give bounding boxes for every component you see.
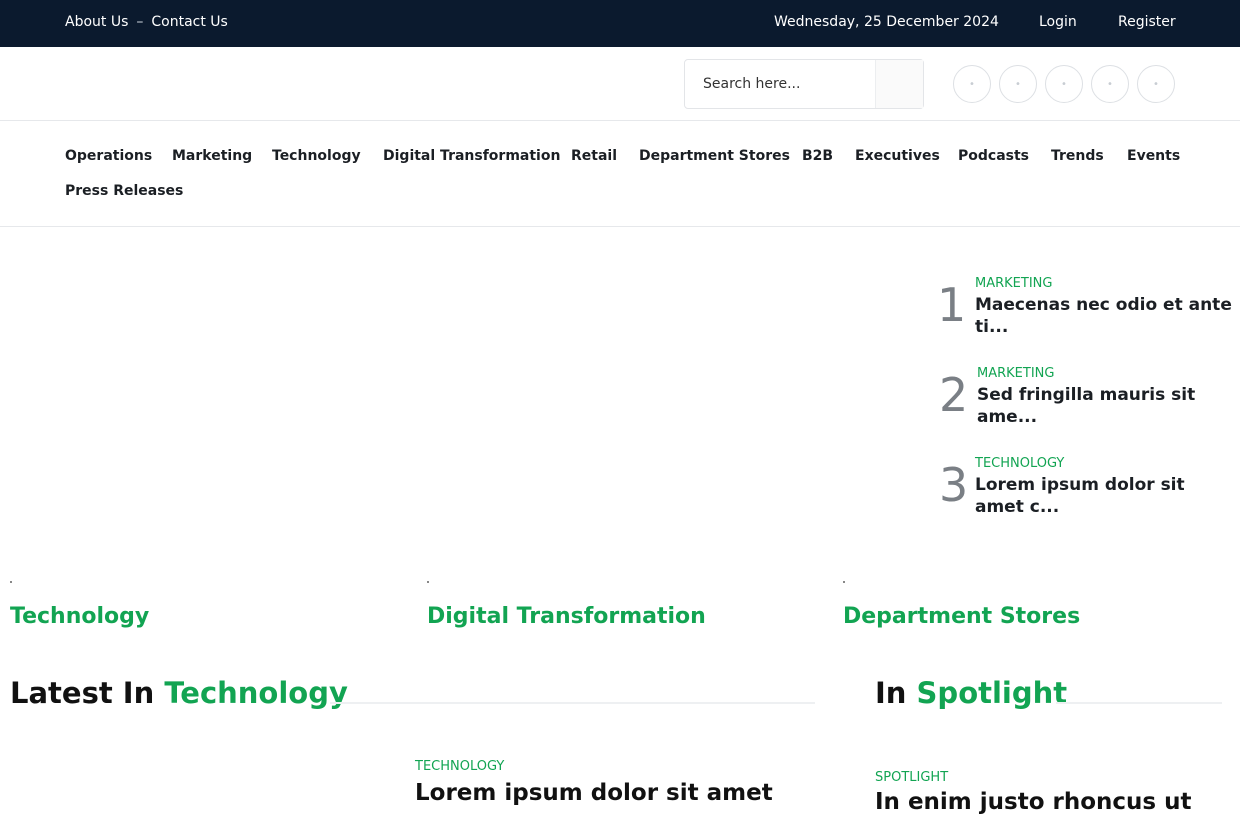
about-us-link[interactable]: About Us xyxy=(65,14,128,30)
spotlight-section-heading: In Spotlight xyxy=(875,676,1067,710)
contact-us-link[interactable]: Contact Us xyxy=(151,14,227,30)
login-link[interactable]: Login xyxy=(1039,14,1077,30)
youtube-icon[interactable]: • xyxy=(1137,65,1175,103)
trending-title[interactable]: Maecenas nec odio et ante ti... xyxy=(975,294,1235,338)
latest-heading-accent: Technology xyxy=(164,676,348,710)
current-date: Wednesday, 25 December 2024 xyxy=(774,14,999,30)
nav-item-operations[interactable]: Operations xyxy=(65,148,152,164)
search-icon xyxy=(893,75,907,94)
nav-divider xyxy=(0,226,1240,227)
spotlight-article-category[interactable]: SPOTLIGHT xyxy=(875,770,948,785)
latest-article-category[interactable]: TECHNOLOGY xyxy=(415,759,504,774)
latest-heading-prefix: Latest In xyxy=(10,676,165,710)
twitter-icon[interactable]: • xyxy=(999,65,1037,103)
search-box xyxy=(684,59,924,109)
nav-item-trends[interactable]: Trends xyxy=(1051,148,1104,164)
top-links: About Us – Contact Us xyxy=(65,14,228,30)
search-input[interactable] xyxy=(685,60,875,108)
spotlight-heading-prefix: In xyxy=(875,676,917,710)
facebook-icon[interactable]: • xyxy=(953,65,991,103)
header-divider xyxy=(0,120,1240,121)
instagram-icon[interactable]: • xyxy=(1045,65,1083,103)
trending-number: 2 xyxy=(939,368,969,422)
spotlight-heading-line xyxy=(1056,702,1222,704)
nav-item-department-stores[interactable]: Department Stores xyxy=(639,148,790,164)
nav-item-press-releases[interactable]: Press Releases xyxy=(65,183,183,199)
nav-item-digital-transformation[interactable]: Digital Transformation xyxy=(383,148,560,164)
category-card-technology[interactable]: Technology xyxy=(10,604,149,629)
trending-number: 1 xyxy=(937,278,967,332)
nav-item-retail[interactable]: Retail xyxy=(571,148,617,164)
trending-title[interactable]: Lorem ipsum dolor sit amet c... xyxy=(975,474,1235,518)
category-card-department-stores[interactable]: Department Stores xyxy=(843,604,1080,629)
latest-heading-line xyxy=(330,702,815,704)
nav-item-podcasts[interactable]: Podcasts xyxy=(958,148,1029,164)
trending-category[interactable]: MARKETING xyxy=(977,366,1054,381)
nav-item-b2b[interactable]: B2B xyxy=(802,148,833,164)
register-link[interactable]: Register xyxy=(1118,14,1176,30)
nav-item-marketing[interactable]: Marketing xyxy=(172,148,252,164)
spotlight-heading-accent: Spotlight xyxy=(916,676,1068,710)
nav-item-technology[interactable]: Technology xyxy=(272,148,361,164)
spotlight-article-title[interactable]: In enim justo rhoncus ut xyxy=(875,789,1192,815)
nav-item-executives[interactable]: Executives xyxy=(855,148,940,164)
trending-number: 3 xyxy=(939,458,969,512)
category-card-digital-transformation[interactable]: Digital Transformation xyxy=(427,604,706,629)
latest-article-title[interactable]: Lorem ipsum dolor sit amet xyxy=(415,780,773,806)
category-image-placeholder xyxy=(843,581,845,583)
nav-item-events[interactable]: Events xyxy=(1127,148,1180,164)
top-bar: About Us – Contact Us Wednesday, 25 Dece… xyxy=(0,0,1240,47)
latest-section-heading: Latest In Technology xyxy=(10,676,348,710)
linkedin-icon[interactable]: • xyxy=(1091,65,1129,103)
top-links-separator: – xyxy=(136,14,144,30)
trending-category[interactable]: MARKETING xyxy=(975,276,1052,291)
trending-title[interactable]: Sed fringilla mauris sit ame... xyxy=(977,384,1237,428)
trending-category[interactable]: TECHNOLOGY xyxy=(975,456,1064,471)
category-image-placeholder xyxy=(10,581,12,583)
category-image-placeholder xyxy=(427,581,429,583)
search-button[interactable] xyxy=(875,60,923,108)
